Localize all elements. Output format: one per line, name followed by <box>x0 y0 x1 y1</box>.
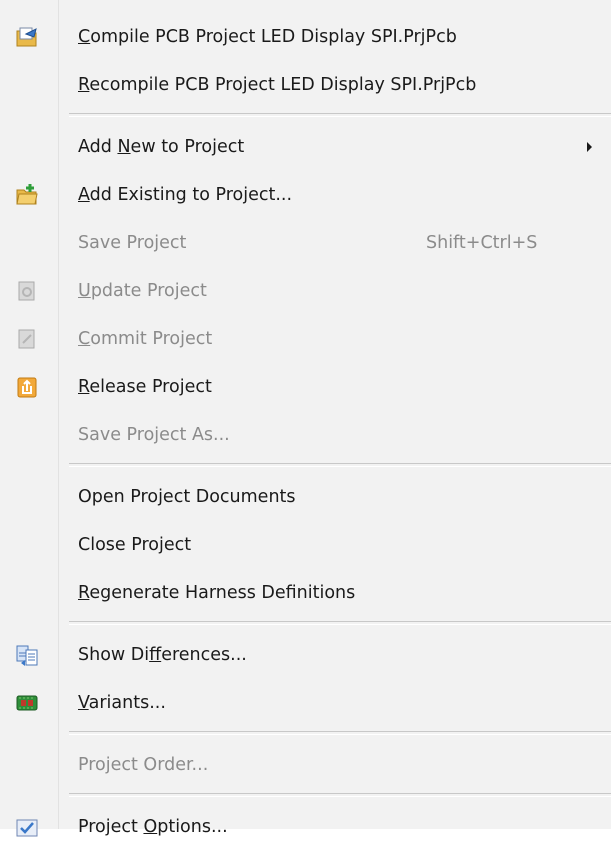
menu-item-update-project: Update Project <box>0 267 611 315</box>
menu-item-shortcut: Shift+Ctrl+S <box>426 233 538 253</box>
menu-item-release-project[interactable]: Release Project <box>0 363 611 411</box>
menu-item-close-project[interactable]: Close Project <box>0 521 611 569</box>
menu-item-save-project: Save Project Shift+Ctrl+S <box>0 219 611 267</box>
menu-item-label: Save Project <box>78 233 187 253</box>
release-project-icon <box>15 375 39 399</box>
project-context-menu: Compile PCB Project LED Display SPI.PrjP… <box>0 0 611 837</box>
menu-item-label: Save Project As... <box>78 425 230 445</box>
variants-board-icon <box>15 691 39 715</box>
show-differences-icon <box>15 643 39 667</box>
menu-separator <box>69 113 611 117</box>
menu-item-project-order: Project Order... <box>0 741 611 789</box>
menu-item-label: Update Project <box>78 281 207 301</box>
menu-item-compile-pcb-project[interactable]: Compile PCB Project LED Display SPI.PrjP… <box>0 13 611 61</box>
menu-item-label: Compile PCB Project LED Display SPI.PrjP… <box>78 27 457 47</box>
menu-item-label: Release Project <box>78 377 212 397</box>
menu-item-label: Add Existing to Project... <box>78 185 293 205</box>
menu-separator <box>69 621 611 625</box>
menu-item-recompile-pcb-project[interactable]: Recompile PCB Project LED Display SPI.Pr… <box>0 61 611 109</box>
commit-project-icon <box>15 327 39 351</box>
menu-separator <box>69 463 611 467</box>
menu-separator <box>69 731 611 735</box>
menu-item-label: Variants... <box>78 693 166 713</box>
menu-item-label: Commit Project <box>78 329 213 349</box>
menu-item-label: Project Order... <box>78 755 209 775</box>
menu-item-label: Project Options... <box>78 817 228 837</box>
menu-item-label: Regenerate Harness Definitions <box>78 583 356 603</box>
menu-item-label: Open Project Documents <box>78 487 296 507</box>
menu-separator <box>69 793 611 797</box>
menu-item-label: Recompile PCB Project LED Display SPI.Pr… <box>78 75 477 95</box>
menu-item-save-project-as: Save Project As... <box>0 411 611 459</box>
menu-item-add-new-to-project[interactable]: Add New to Project <box>0 123 611 171</box>
menu-item-project-options[interactable]: Project Options... <box>0 803 611 851</box>
project-options-icon <box>15 815 39 839</box>
update-project-icon <box>15 279 39 303</box>
menu-item-open-project-documents[interactable]: Open Project Documents <box>0 473 611 521</box>
menu-item-variants[interactable]: Variants... <box>0 679 611 727</box>
menu-items: Compile PCB Project LED Display SPI.PrjP… <box>0 13 611 851</box>
submenu-arrow-icon <box>587 142 592 152</box>
menu-item-label: Show Differences... <box>78 645 247 665</box>
menu-item-regenerate-harness-definitions[interactable]: Regenerate Harness Definitions <box>0 569 611 617</box>
add-existing-folder-icon <box>15 183 39 207</box>
menu-item-show-differences[interactable]: Show Differences... <box>0 631 611 679</box>
compile-project-icon <box>15 25 39 49</box>
menu-item-label: Add New to Project <box>78 137 245 157</box>
menu-item-add-existing-to-project[interactable]: Add Existing to Project... <box>0 171 611 219</box>
menu-item-commit-project: Commit Project <box>0 315 611 363</box>
menu-item-label: Close Project <box>78 535 192 555</box>
